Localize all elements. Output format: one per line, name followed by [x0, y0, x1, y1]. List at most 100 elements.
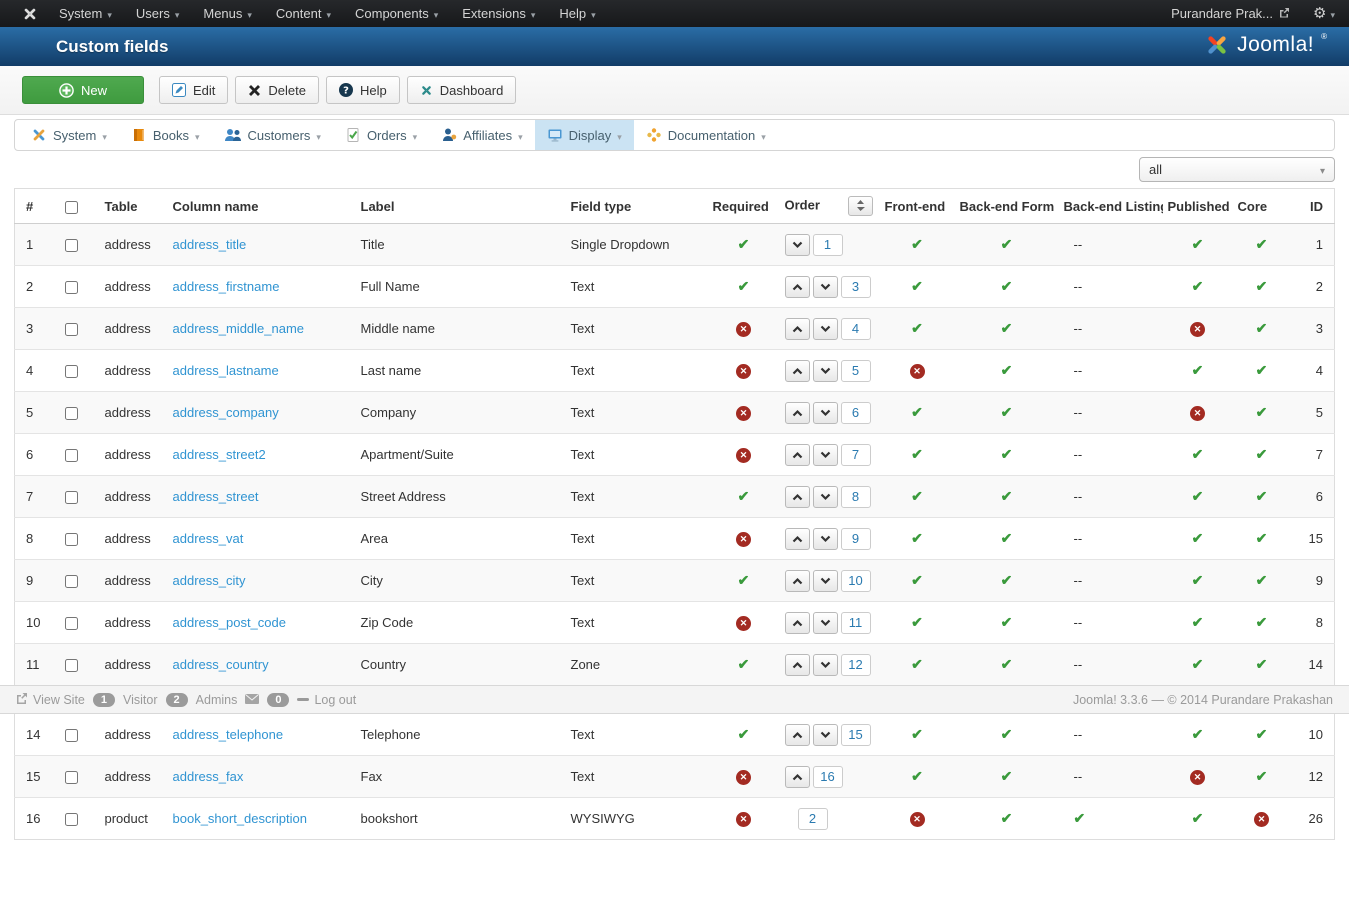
user-menu[interactable]: Purandare Prak... [1171, 6, 1290, 21]
order-down-button[interactable] [813, 486, 838, 508]
row-checkbox[interactable] [65, 449, 78, 462]
cross-icon[interactable]: ✕ [736, 616, 751, 631]
order-sort-button[interactable] [848, 196, 873, 216]
order-up-button[interactable] [785, 276, 810, 298]
cross-icon[interactable]: ✕ [736, 322, 751, 337]
column-name-link[interactable]: address_street2 [173, 447, 266, 462]
subnav-item-documentation[interactable]: Documentation [634, 120, 778, 150]
order-down-button[interactable] [813, 360, 838, 382]
check-icon[interactable]: ✔ [911, 488, 923, 504]
check-icon[interactable]: ✔ [1001, 614, 1013, 630]
check-icon[interactable]: ✔ [1001, 320, 1013, 336]
order-down-button[interactable] [813, 724, 838, 746]
check-icon[interactable]: ✔ [1192, 726, 1204, 742]
order-up-button[interactable] [785, 766, 810, 788]
order-input[interactable] [841, 724, 871, 746]
order-input[interactable] [813, 766, 843, 788]
view-site-link[interactable]: View Site [16, 692, 85, 707]
subnav-item-orders[interactable]: Orders [333, 120, 429, 150]
order-input[interactable] [841, 360, 871, 382]
message-count-badge[interactable]: 0 [267, 693, 289, 707]
cross-icon[interactable]: ✕ [1190, 322, 1205, 337]
check-icon[interactable]: ✔ [1192, 572, 1204, 588]
check-icon[interactable]: ✔ [1192, 362, 1204, 378]
check-icon[interactable]: ✔ [738, 278, 750, 294]
admin-count-badge[interactable]: 2 [166, 693, 188, 707]
menu-users[interactable]: Users [124, 0, 191, 27]
column-name-link[interactable]: address_company [173, 405, 279, 420]
check-icon[interactable]: ✔ [911, 656, 923, 672]
row-checkbox[interactable] [65, 281, 78, 294]
menu-content[interactable]: Content [264, 0, 343, 27]
check-icon[interactable]: ✔ [911, 530, 923, 546]
column-name-link[interactable]: address_country [173, 657, 269, 672]
check-icon[interactable]: ✔ [1192, 810, 1204, 826]
check-icon[interactable]: ✔ [1256, 572, 1268, 588]
column-name-link[interactable]: address_fax [173, 769, 244, 784]
order-input[interactable] [841, 444, 871, 466]
check-icon[interactable]: ✔ [1256, 362, 1268, 378]
order-down-button[interactable] [813, 318, 838, 340]
column-name-link[interactable]: address_vat [173, 531, 244, 546]
subnav-item-system[interactable]: System [19, 120, 119, 150]
order-input[interactable] [841, 570, 871, 592]
check-icon[interactable]: ✔ [1256, 320, 1268, 336]
check-icon[interactable]: ✔ [1001, 768, 1013, 784]
cross-icon[interactable]: ✕ [736, 364, 751, 379]
check-icon[interactable]: ✔ [1256, 530, 1268, 546]
row-checkbox[interactable] [65, 533, 78, 546]
column-name-link[interactable]: address_street [173, 489, 259, 504]
check-icon[interactable]: ✔ [911, 236, 923, 252]
check-icon[interactable]: ✔ [911, 320, 923, 336]
check-icon[interactable]: ✔ [911, 404, 923, 420]
dashboard-button[interactable]: Dashboard [407, 76, 517, 104]
order-down-button[interactable] [813, 528, 838, 550]
check-icon[interactable]: ✔ [1192, 614, 1204, 630]
subnav-item-books[interactable]: Books [119, 120, 212, 150]
check-icon[interactable]: ✔ [1256, 488, 1268, 504]
check-icon[interactable]: ✔ [911, 768, 923, 784]
check-icon[interactable]: ✔ [1256, 404, 1268, 420]
subnav-item-affiliates[interactable]: Affiliates [429, 120, 534, 150]
check-icon[interactable]: ✔ [1001, 530, 1013, 546]
order-input[interactable] [813, 234, 843, 256]
row-checkbox[interactable] [65, 659, 78, 672]
visitor-count-badge[interactable]: 1 [93, 693, 115, 707]
cross-icon[interactable]: ✕ [1190, 406, 1205, 421]
row-checkbox[interactable] [65, 617, 78, 630]
check-icon[interactable]: ✔ [1001, 726, 1013, 742]
subnav-item-display[interactable]: Display [535, 120, 634, 150]
row-checkbox[interactable] [65, 239, 78, 252]
check-icon[interactable]: ✔ [738, 656, 750, 672]
cross-icon[interactable]: ✕ [1190, 770, 1205, 785]
check-icon[interactable]: ✔ [1001, 278, 1013, 294]
check-icon[interactable]: ✔ [1001, 572, 1013, 588]
check-icon[interactable]: ✔ [1256, 768, 1268, 784]
check-icon[interactable]: ✔ [911, 726, 923, 742]
column-name-link[interactable]: address_firstname [173, 279, 280, 294]
check-icon[interactable]: ✔ [1001, 362, 1013, 378]
check-icon[interactable]: ✔ [1001, 404, 1013, 420]
row-checkbox[interactable] [65, 575, 78, 588]
cross-icon[interactable]: ✕ [736, 448, 751, 463]
filter-select[interactable]: all [1139, 157, 1335, 182]
cross-icon[interactable]: ✕ [736, 812, 751, 827]
check-icon[interactable]: ✔ [1192, 656, 1204, 672]
column-name-link[interactable]: address_city [173, 573, 246, 588]
column-name-link[interactable]: address_title [173, 237, 247, 252]
order-input[interactable] [841, 486, 871, 508]
order-up-button[interactable] [785, 654, 810, 676]
check-icon[interactable]: ✔ [1256, 236, 1268, 252]
order-input[interactable] [841, 528, 871, 550]
row-checkbox[interactable] [65, 407, 78, 420]
check-icon[interactable]: ✔ [738, 488, 750, 504]
order-up-button[interactable] [785, 724, 810, 746]
check-icon[interactable]: ✔ [1074, 810, 1086, 826]
check-icon[interactable]: ✔ [1001, 488, 1013, 504]
check-icon[interactable]: ✔ [1192, 278, 1204, 294]
delete-button[interactable]: Delete [235, 76, 319, 104]
logout-link[interactable]: Log out [297, 693, 356, 707]
order-up-button[interactable] [785, 444, 810, 466]
row-checkbox[interactable] [65, 323, 78, 336]
check-icon[interactable]: ✔ [911, 614, 923, 630]
